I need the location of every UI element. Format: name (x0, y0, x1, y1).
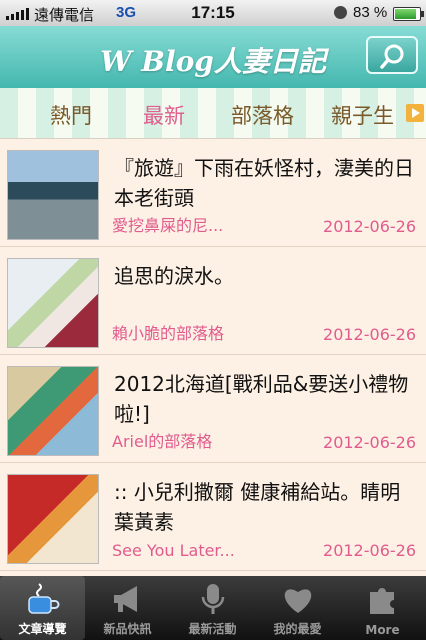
bottom-tab-bar: 文章導覽 新品快訊 最新活動 我的最愛 More (0, 576, 426, 640)
status-bar: 遠傳電信 3G 17:15 83 % (0, 0, 426, 26)
tab-label: 文章導覽 (18, 622, 67, 636)
megaphone-icon (114, 586, 137, 612)
microphone-icon (201, 584, 225, 614)
battery-percent: 83 % (353, 4, 388, 21)
article-headline: :: 小兒利撒爾 健康補給站。睛明葉黃素 (114, 480, 401, 534)
article-headline: 2012北海道[戰利品&要送小禮物啦!] (114, 372, 409, 426)
tab-latest[interactable]: 最新 (143, 100, 185, 130)
list-item[interactable]: 追思的淚水。 賴小脆的部落格 2012-06-26 (0, 247, 426, 355)
search-icon (380, 44, 404, 69)
tab-latest-events[interactable]: 最新活動 (170, 576, 255, 640)
article-source: See You Later... (112, 541, 235, 560)
article-headline: 『旅遊』下雨在妖怪村，淒美的日本老街頭 (114, 156, 414, 210)
tab-label: 新品快訊 (103, 622, 152, 636)
app-header: W Blog人妻日記 (0, 26, 426, 88)
article-source: 愛挖鼻屎的尼... (112, 216, 224, 235)
tab-favorites[interactable]: 我的最愛 (255, 576, 340, 640)
tabs-scroll-right-arrow-icon[interactable] (406, 104, 424, 122)
tab-label: More (365, 623, 400, 637)
article-thumbnail (7, 366, 99, 456)
heart-icon (284, 589, 312, 613)
list-item[interactable]: :: 小兒利撒爾 健康補給站。睛明葉黃素 See You Later... 20… (0, 463, 426, 571)
article-source: 賴小脆的部落格 (112, 324, 225, 343)
article-thumbnail (7, 258, 99, 348)
alarm-clock-icon (334, 6, 347, 19)
tab-blog[interactable]: 部落格 (231, 100, 294, 130)
article-source: Ariel的部落格 (112, 432, 213, 451)
app-title: W Blog人妻日記 (100, 45, 326, 78)
article-date: 2012-06-26 (323, 433, 416, 452)
article-list: 『旅遊』下雨在妖怪村，淒美的日本老街頭 愛挖鼻屎的尼... 2012-06-26… (0, 139, 426, 576)
battery-icon (393, 7, 424, 21)
coffee-cup-icon (28, 583, 60, 614)
search-button[interactable] (366, 36, 418, 74)
puzzle-icon (370, 588, 394, 614)
tab-article-guide[interactable]: 文章導覽 (0, 576, 85, 640)
article-thumbnail (7, 474, 99, 564)
article-headline: 追思的淚水。 (114, 264, 234, 288)
list-item[interactable]: 『旅遊』下雨在妖怪村，淒美的日本老街頭 愛挖鼻屎的尼... 2012-06-26 (0, 139, 426, 247)
tab-hot[interactable]: 熱門 (50, 100, 92, 130)
article-date: 2012-06-26 (323, 541, 416, 560)
tab-parenting[interactable]: 親子生 (331, 100, 394, 130)
list-item[interactable]: 2012北海道[戰利品&要送小禮物啦!] Ariel的部落格 2012-06-2… (0, 355, 426, 463)
tab-label: 最新活動 (188, 622, 237, 636)
article-date: 2012-06-26 (323, 325, 416, 344)
category-tabs: 熱門 最新 部落格 親子生 (0, 88, 426, 139)
article-thumbnail (7, 150, 99, 240)
article-date: 2012-06-26 (323, 217, 416, 236)
tab-new-products[interactable]: 新品快訊 (85, 576, 170, 640)
tab-label: 我的最愛 (273, 622, 322, 636)
tab-more[interactable]: More (340, 576, 426, 640)
